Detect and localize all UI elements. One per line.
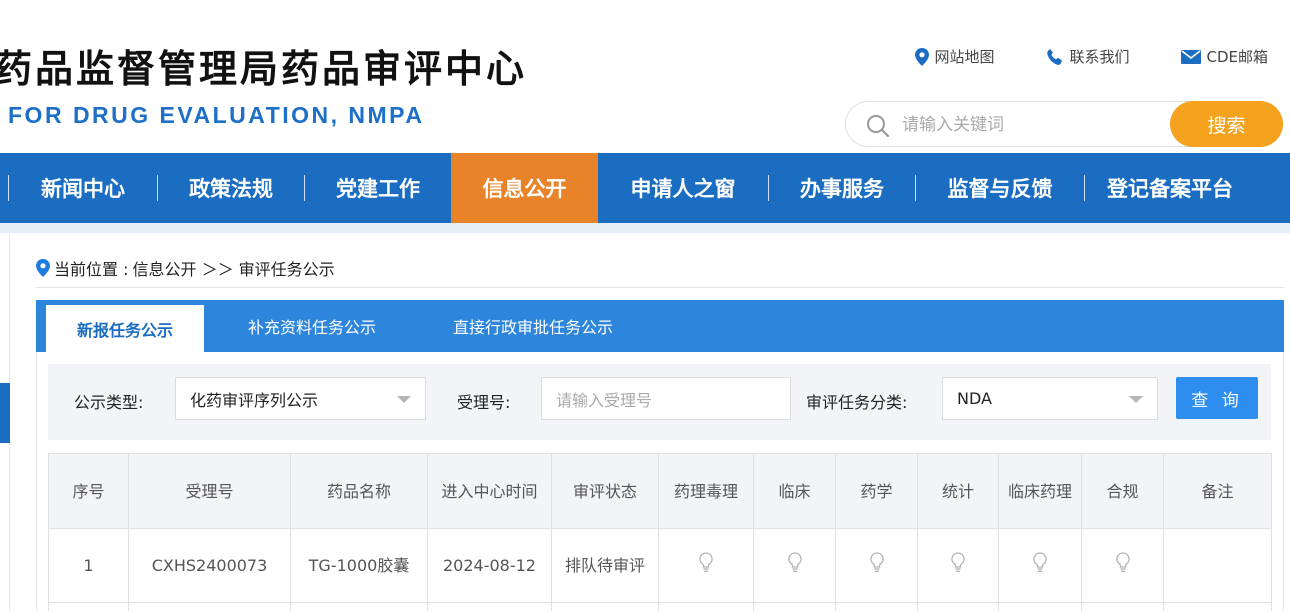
tab-supplement-tasks[interactable]: 补充资料任务公示	[222, 300, 402, 352]
header-pharm-tox: 药理毒理	[658, 453, 754, 529]
cell-index: 1	[48, 528, 129, 603]
cell-compliance	[1081, 528, 1164, 603]
header-entry-time: 进入中心时间	[427, 453, 552, 529]
lightbulb-icon	[869, 551, 884, 572]
nav-item-news[interactable]: 新闻中心	[9, 153, 157, 223]
header-clinical-pharm: 临床药理	[998, 453, 1082, 529]
cell-drug-name: TG-1000胶囊	[290, 528, 428, 603]
contact-label: 联系我们	[1069, 48, 1130, 66]
sidebar-active-marker	[0, 383, 10, 443]
nav-item-applicant[interactable]: 申请人之窗	[598, 153, 768, 223]
phone-icon	[1047, 48, 1063, 65]
type-select-value: 化药审评序列公示	[190, 390, 319, 410]
table-header-row: 序号 受理号 药品名称 进入中心时间 审评状态 药理毒理 临床 药学 统计 临床…	[48, 453, 1272, 529]
search-button[interactable]: 搜索	[1170, 101, 1283, 147]
cell-pharm-tox	[658, 528, 754, 603]
cde-mail-link[interactable]: CDE邮箱	[1181, 46, 1268, 67]
cell-clinical-pharm	[998, 528, 1082, 603]
lightbulb-icon	[951, 551, 965, 572]
header-status: 审评状态	[551, 453, 659, 529]
site-title-cn: 药品监督管理局药品审评中心	[0, 47, 528, 91]
table-row	[48, 602, 1272, 611]
header-statistics: 统计	[917, 453, 999, 529]
lightbulb-icon	[699, 551, 713, 572]
contact-link[interactable]: 联系我们	[1046, 46, 1129, 67]
tab-new-tasks[interactable]: 新报任务公示	[46, 305, 204, 352]
task-table: 序号 受理号 药品名称 进入中心时间 审评状态 药理毒理 临床 药学 统计 临床…	[48, 453, 1272, 611]
chevron-down-icon	[1129, 396, 1143, 403]
accept-no-input[interactable]: 请输入受理号	[541, 377, 791, 420]
category-select-value: NDA	[957, 389, 992, 408]
nav-item-services[interactable]: 办事服务	[769, 153, 915, 223]
chevron-down-icon	[397, 396, 411, 403]
cde-mail-label: CDE邮箱	[1206, 48, 1268, 66]
mail-icon	[1181, 49, 1202, 64]
type-label: 公示类型:	[74, 393, 144, 412]
lightbulb-icon	[1033, 551, 1047, 572]
breadcrumb-divider	[36, 287, 1284, 288]
site-title-en: FOR DRUG EVALUATION, NMPA	[8, 102, 425, 128]
nav-bottom-strip	[0, 223, 1290, 233]
header-accept-no: 受理号	[128, 453, 291, 529]
header-drug-name: 药品名称	[290, 453, 428, 529]
main-nav: 新闻中心 政策法规 党建工作 信息公开 申请人之窗 办事服务 监督与反馈 登记备…	[0, 153, 1290, 223]
location-pin-icon	[915, 47, 930, 66]
category-label: 审评任务分类:	[806, 393, 908, 412]
query-button[interactable]: 查 询	[1176, 377, 1258, 419]
tab-direct-approval-tasks[interactable]: 直接行政审批任务公示	[434, 300, 632, 352]
category-select[interactable]: NDA	[942, 377, 1158, 420]
cell-remark	[1163, 528, 1272, 603]
breadcrumb: 当前位置 : 信息公开 ＞＞ 审评任务公示	[36, 256, 335, 280]
accept-label: 受理号:	[457, 393, 511, 412]
breadcrumb-prefix: 当前位置 :	[54, 260, 129, 279]
table-row: 1 CXHS2400073 TG-1000胶囊 2024-08-12 排队待审评	[48, 528, 1272, 603]
nav-item-supervision[interactable]: 监督与反馈	[916, 153, 1084, 223]
cell-pharmacy	[835, 528, 918, 603]
sitemap-link[interactable]: 网站地图	[915, 46, 994, 67]
search-icon	[867, 115, 890, 138]
type-select[interactable]: 化药审评序列公示	[175, 377, 426, 420]
nav-item-registration[interactable]: 登记备案平台	[1085, 153, 1255, 223]
cell-status: 排队待审评	[551, 528, 659, 603]
header-compliance: 合规	[1081, 453, 1164, 529]
nav-item-policy[interactable]: 政策法规	[158, 153, 304, 223]
header-clinical: 临床	[753, 453, 836, 529]
lightbulb-icon	[1115, 551, 1130, 572]
cell-statistics	[917, 528, 999, 603]
breadcrumb-path[interactable]: 信息公开 ＞＞ 审评任务公示	[132, 256, 334, 280]
search-input[interactable]	[902, 110, 1162, 140]
header-pharmacy: 药学	[835, 453, 918, 529]
sitemap-label: 网站地图	[934, 48, 995, 66]
task-tabs: 新报任务公示 补充资料任务公示 直接行政审批任务公示	[36, 300, 1284, 352]
top-links: 网站地图 联系我们 CDE邮箱	[915, 46, 1268, 67]
location-pin-icon	[36, 259, 50, 277]
cell-clinical	[753, 528, 836, 603]
header-index: 序号	[48, 453, 129, 529]
header-remark: 备注	[1163, 453, 1272, 529]
cell-accept-no: CXHS2400073	[128, 528, 291, 603]
nav-item-info-public[interactable]: 信息公开	[451, 153, 598, 223]
nav-item-party[interactable]: 党建工作	[305, 153, 451, 223]
lightbulb-icon	[787, 551, 802, 572]
cell-entry-time: 2024-08-12	[427, 528, 552, 603]
